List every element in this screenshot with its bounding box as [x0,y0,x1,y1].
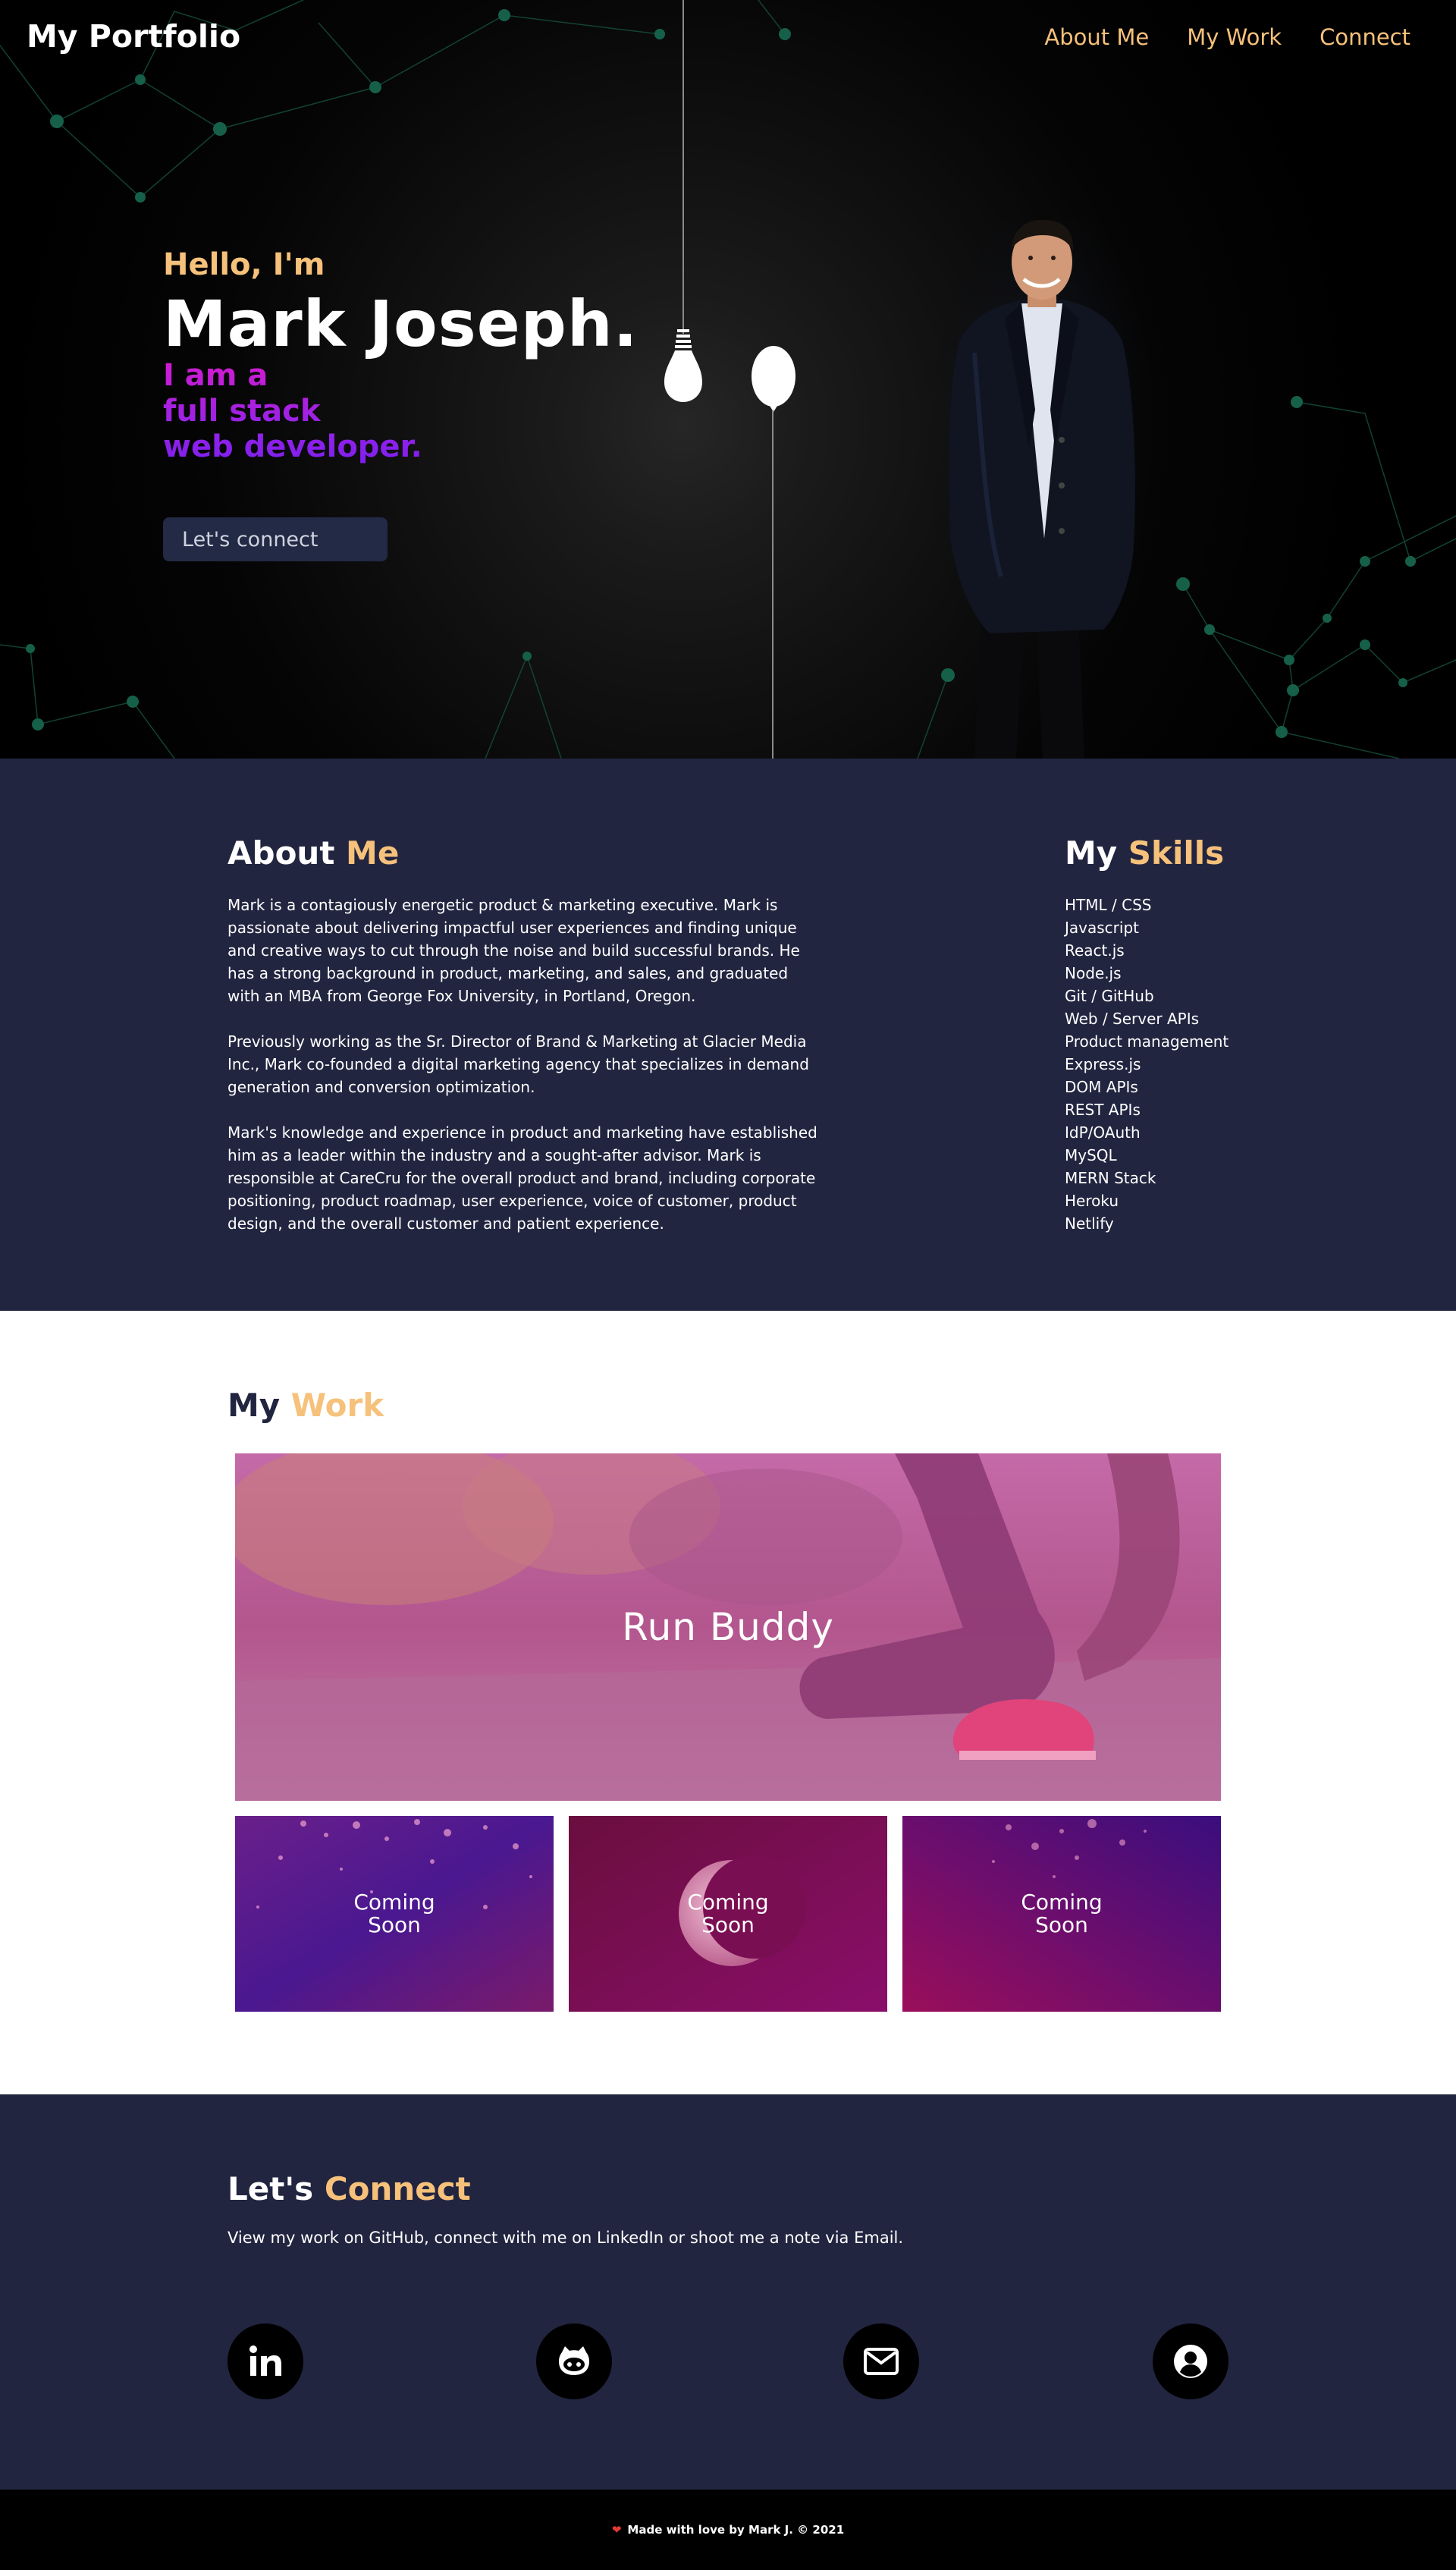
linkedin-link[interactable] [228,2323,303,2399]
about-paragraph: Mark's knowledge and experience in produ… [228,1123,817,1233]
about-paragraph: Previously working as the Sr. Director o… [228,1032,809,1096]
skills-title-plain: My [1065,834,1128,872]
about-title-plain: About [228,834,347,872]
work-section: My Work Run Buddy Coming Soon Coming Soo… [0,1311,1456,2094]
about-title: About Me [228,834,399,872]
skills-list: HTML / CSS Javascript React.js Node.js G… [1065,894,1228,1235]
skill-item: Javascript [1065,919,1139,937]
email-icon [864,2348,899,2375]
project-coming-soon-1[interactable]: Coming Soon [235,1816,554,2012]
skill-item: Netlify [1065,1214,1114,1233]
connect-title-plain: Let's [228,2170,325,2207]
nav-link-work[interactable]: My Work [1187,24,1282,50]
about-title-accent: Me [346,834,400,872]
coming-soon-label: Coming Soon [353,1890,435,1937]
linkedin-icon [249,2345,281,2376]
connect-title: Let's Connect [228,2170,471,2207]
skill-item: DOM APIs [1065,1078,1138,1096]
main-nav: About Me My Work Connect [1044,24,1410,50]
email-link[interactable] [843,2323,919,2399]
about-section: About Me Mark is a contagiously energeti… [0,759,1456,1311]
lightbulb-icon [664,329,702,402]
profile-link[interactable] [1153,2323,1228,2399]
work-title: My Work [228,1387,384,1424]
connect-section: Let's Connect View my work on GitHub, co… [0,2094,1456,2490]
site-brand[interactable]: My Portfolio [27,18,240,55]
project-run-buddy[interactable]: Run Buddy [235,1453,1221,1801]
skill-item: Product management [1065,1032,1229,1051]
hero-greeting: Hello, I'm [163,247,325,282]
work-title-accent: Work [290,1387,384,1424]
heart-icon: ❤ [611,2523,622,2537]
skill-item: Web / Server APIs [1065,1010,1200,1028]
lets-connect-button[interactable]: Let's connect [163,517,388,561]
nav-link-connect[interactable]: Connect [1320,24,1410,50]
skill-item: Git / GitHub [1065,987,1154,1005]
skill-item: MySQL [1065,1146,1117,1164]
skill-item: REST APIs [1065,1101,1141,1119]
work-title-plain: My [228,1387,291,1424]
hero-section: My Portfolio About Me My Work Connect He… [0,0,1456,759]
hero-name: Mark Joseph. [163,287,639,361]
skills-title: My Skills [1065,834,1224,872]
hero-role-line: I am a [163,358,268,393]
project-coming-soon-3[interactable]: Coming Soon [902,1816,1221,2012]
profile-photo [929,220,1156,759]
skill-item: React.js [1065,941,1125,960]
connect-title-accent: Connect [324,2170,471,2207]
balloon-string [772,410,774,759]
project-title: Run Buddy [622,1605,834,1649]
github-link[interactable] [536,2323,612,2399]
site-footer: ❤ Made with love by Mark J. © 2021 [0,2490,1456,2570]
skill-item: MERN Stack [1065,1169,1156,1187]
coming-soon-label: Coming Soon [1021,1890,1103,1937]
connect-description: View my work on GitHub, connect with me … [228,2229,904,2247]
skill-item: Node.js [1065,964,1122,982]
hero-role: I am a full stack web developer. [163,358,422,465]
profile-icon [1174,2345,1207,2378]
lightbulb-wire [682,0,684,334]
about-text: Mark is a contagiously energetic product… [228,894,819,1258]
balloon-icon [752,346,795,412]
project-coming-soon-2[interactable]: Coming Soon [569,1816,887,2012]
skill-item: IdP/OAuth [1065,1123,1141,1142]
github-icon [559,2346,589,2375]
skill-item: Express.js [1065,1055,1141,1073]
skill-item: Heroku [1065,1192,1119,1210]
footer-text: Made with love by Mark J. © 2021 [627,2523,845,2537]
about-paragraph: Mark is a contagiously energetic product… [228,896,800,1005]
skills-title-accent: Skills [1128,834,1225,872]
hero-role-line: full stack [163,394,321,429]
nav-link-about[interactable]: About Me [1044,24,1149,50]
hero-role-line: web developer. [163,429,422,464]
skill-item: HTML / CSS [1065,896,1152,914]
coming-soon-label: Coming Soon [687,1890,769,1937]
